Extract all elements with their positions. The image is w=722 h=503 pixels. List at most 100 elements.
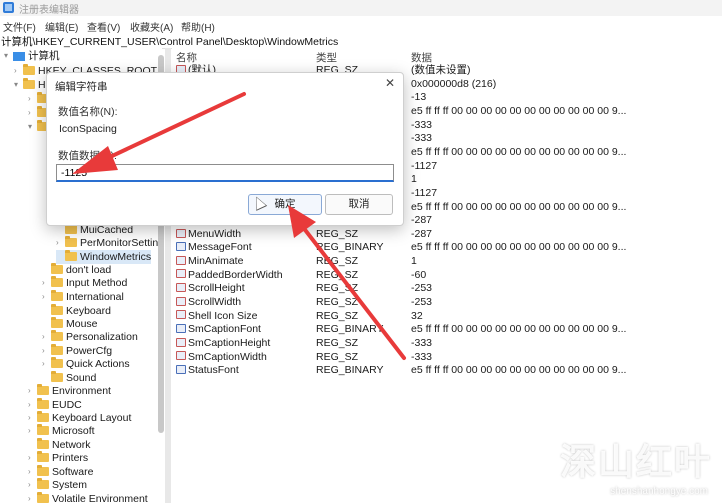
expand-chevron-icon[interactable]: › <box>42 276 51 290</box>
menu-help[interactable]: 帮助(H) <box>181 19 215 34</box>
value-name-text: ScrollWidth <box>188 296 242 309</box>
tree-item[interactable]: › Volatile Environment <box>28 491 148 503</box>
folder-icon <box>37 477 49 489</box>
regedit-app-icon <box>3 2 14 13</box>
menu-favorites[interactable]: 收藏夹(A) <box>130 19 173 34</box>
expand-chevron-icon[interactable]: › <box>56 236 65 250</box>
tree-item[interactable]: Keyboard <box>42 303 111 318</box>
value-type-cell: REG_SZ <box>316 350 359 363</box>
tree-item[interactable]: › Quick Actions <box>42 356 130 371</box>
string-value-icon <box>176 310 186 320</box>
tree-item[interactable]: WindowMetrics <box>56 249 152 264</box>
tree-item-label: Quick Actions <box>66 358 130 370</box>
tree-item-label: H <box>38 79 46 91</box>
value-row[interactable]: SmCaptionWidth REG_SZ -333 <box>172 351 722 365</box>
value-name-cell: SmCaptionFont <box>176 323 261 337</box>
value-data-cell: e5 ff ff ff 00 00 00 00 00 00 00 00 00 0… <box>411 145 627 158</box>
tree-item[interactable]: › Printers <box>28 450 88 465</box>
folder-icon <box>37 450 49 462</box>
menu-file[interactable]: 文件(F) <box>3 19 36 34</box>
close-icon[interactable]: ✕ <box>385 76 395 90</box>
expand-chevron-icon[interactable]: › <box>28 424 37 438</box>
value-name-cell: StatusFont <box>176 364 239 378</box>
value-data-cell: -333 <box>411 132 433 145</box>
folder-icon <box>65 235 77 247</box>
value-data-cell: 1 <box>411 173 417 186</box>
tree-item[interactable]: › Software <box>28 464 94 479</box>
column-name[interactable]: 名称 <box>176 50 197 65</box>
tree-item-label: Microsoft <box>52 425 95 437</box>
value-name-text: MinAnimate <box>188 255 244 268</box>
expand-chevron-icon[interactable]: ▾ <box>4 49 13 63</box>
value-name-text: StatusFont <box>188 364 239 377</box>
tree-item[interactable]: ▾ 计算机 <box>4 49 60 63</box>
value-row[interactable]: ScrollHeight REG_SZ -253 <box>172 282 722 296</box>
tree-item[interactable]: don't load <box>42 262 111 277</box>
value-type-cell: REG_SZ <box>316 337 359 349</box>
tree-item[interactable]: › Keyboard Layout <box>28 410 132 425</box>
address-path[interactable]: 计算机\HKEY_CURRENT_USER\Control Panel\Desk… <box>1 34 338 49</box>
value-data-cell: -1127 <box>411 159 438 172</box>
expand-chevron-icon[interactable]: › <box>28 92 37 106</box>
tree-item[interactable]: › PowerCfg <box>42 343 113 358</box>
tree-item[interactable]: › Input Method <box>42 275 127 290</box>
value-data-cell: e5 ff ff ff 00 00 00 00 00 00 00 00 00 0… <box>411 364 627 377</box>
menu-edit[interactable]: 编辑(E) <box>45 19 78 34</box>
expand-chevron-icon[interactable]: › <box>42 357 51 371</box>
expand-chevron-icon[interactable]: › <box>28 384 37 398</box>
expand-chevron-icon[interactable]: › <box>14 64 23 78</box>
expand-chevron-icon[interactable]: › <box>28 478 37 492</box>
expand-chevron-icon[interactable]: ▾ <box>28 120 37 134</box>
value-name-text: ScrollHeight <box>188 282 245 295</box>
string-value-icon <box>176 255 186 265</box>
value-data-input[interactable] <box>56 164 394 182</box>
cancel-button[interactable]: 取消 <box>325 194 393 215</box>
tree-item-label: International <box>66 291 124 303</box>
value-data-cell: -287 <box>411 214 433 227</box>
value-row[interactable]: Shell Icon Size REG_SZ 32 <box>172 310 722 324</box>
column-data[interactable]: 数据 <box>411 50 432 65</box>
tree-item[interactable]: Network <box>28 437 91 452</box>
expand-chevron-icon[interactable]: › <box>42 330 51 344</box>
tree-item[interactable]: Sound <box>42 370 96 385</box>
tree-item-label: Software <box>52 466 94 478</box>
tree-item-label: Keyboard Layout <box>52 412 132 424</box>
address-bar[interactable]: 计算机\HKEY_CURRENT_USER\Control Panel\Desk… <box>0 34 722 49</box>
value-row[interactable]: MinAnimate REG_SZ 1 <box>172 255 722 269</box>
folder-icon <box>51 303 63 315</box>
folder-icon <box>51 289 63 301</box>
value-row[interactable]: ScrollWidth REG_SZ -253 <box>172 296 722 310</box>
value-row[interactable]: SmCaptionHeight REG_SZ -333 <box>172 337 722 351</box>
tree-item[interactable]: ▾ H <box>14 77 46 92</box>
expand-chevron-icon[interactable]: › <box>28 451 37 465</box>
tree-item[interactable]: › Microsoft <box>28 423 95 438</box>
column-type[interactable]: 类型 <box>316 50 337 65</box>
tree-item[interactable]: Mouse <box>42 316 98 331</box>
value-data-cell: -333 <box>411 337 433 349</box>
folder-icon <box>37 464 49 476</box>
menu-view[interactable]: 查看(V) <box>87 19 120 34</box>
tree-item[interactable]: › PerMonitorSettin <box>56 235 158 250</box>
value-name-cell: ScrollHeight <box>176 282 245 296</box>
tree-item[interactable]: › International <box>42 289 124 304</box>
expand-chevron-icon[interactable]: ▾ <box>14 78 23 92</box>
value-row[interactable]: MenuWidth REG_SZ -287 <box>172 228 722 242</box>
value-row[interactable]: PaddedBorderWidth REG_SZ -60 <box>172 269 722 283</box>
expand-chevron-icon[interactable]: › <box>28 492 37 503</box>
tree-item-label: PowerCfg <box>66 345 113 357</box>
value-row[interactable]: MessageFont REG_BINARY e5 ff ff ff 00 00 0… <box>172 241 722 255</box>
tree-item[interactable]: › Environment <box>28 383 111 398</box>
tree-item-label: Personalization <box>66 331 138 343</box>
value-row[interactable]: StatusFont REG_BINARY e5 ff ff ff 00 00 00… <box>172 364 722 378</box>
value-data-cell: -287 <box>411 227 433 240</box>
value-row[interactable]: SmCaptionFont REG_BINARY e5 ff ff ff 00 00… <box>172 323 722 337</box>
value-data-cell: -13 <box>411 91 427 104</box>
tree-item[interactable]: › System <box>28 477 87 492</box>
value-name-cell: MenuWidth <box>176 228 241 242</box>
expand-chevron-icon[interactable]: › <box>28 106 37 120</box>
folder-icon <box>51 343 63 355</box>
tree-item[interactable]: › Personalization <box>42 329 138 344</box>
expand-chevron-icon[interactable]: › <box>42 290 51 304</box>
tree-item[interactable]: › EUDC <box>28 397 82 412</box>
value-name-text: Shell Icon Size <box>188 309 258 322</box>
